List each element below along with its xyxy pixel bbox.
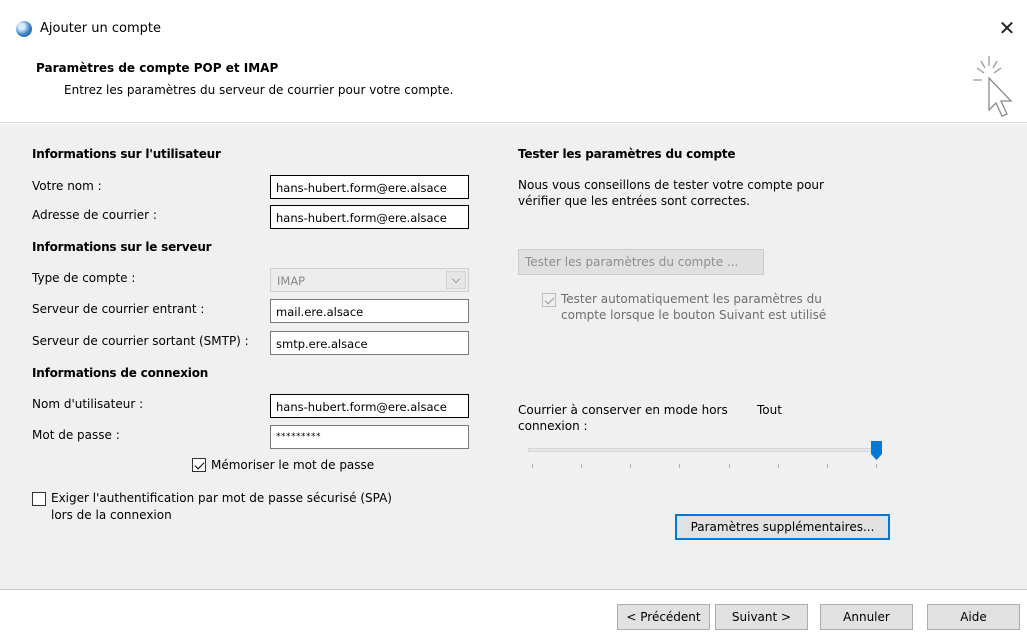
password-label: Mot de passe : — [32, 428, 120, 442]
header-subtitle: Entrez les paramètres du serveur de cour… — [64, 83, 454, 97]
chevron-down-icon — [446, 271, 466, 289]
offline-slider-track[interactable] — [528, 448, 878, 452]
slider-tick — [581, 464, 583, 468]
offline-mail-label-line2: connexion : — [518, 419, 588, 433]
help-button[interactable]: Aide — [927, 604, 1020, 630]
outlook-globe-icon — [16, 21, 32, 37]
window-title: Ajouter un compte — [40, 21, 161, 36]
dialog-header: Paramètres de compte POP et IMAP Entrez … — [0, 50, 1027, 123]
title-bar: Ajouter un compte ✕ — [0, 0, 1027, 50]
close-icon[interactable]: ✕ — [993, 14, 1021, 42]
slider-tick — [826, 464, 828, 468]
name-input[interactable]: hans-hubert.form@ere.alsace — [270, 175, 469, 199]
incoming-server-input[interactable]: mail.ere.alsace — [270, 299, 469, 323]
outgoing-server-label: Serveur de courrier sortant (SMTP) : — [32, 334, 249, 348]
spa-checkbox[interactable] — [32, 492, 46, 506]
auto-test-label-line2: compte lorsque le bouton Suivant est uti… — [561, 308, 827, 322]
slider-tick — [876, 464, 877, 468]
slider-tick — [728, 464, 730, 468]
test-description-line1: Nous vous conseillons de tester votre co… — [518, 178, 824, 192]
test-account-button[interactable]: Tester les paramètres du compte ... — [518, 249, 764, 275]
test-settings-heading: Tester les paramètres du compte — [518, 147, 736, 161]
slider-tick — [679, 464, 681, 468]
spa-label-line1: Exiger l'authentification par mot de pas… — [51, 491, 392, 505]
remember-password-label: Mémoriser le mot de passe — [211, 458, 375, 472]
auto-test-label-line1: Tester automatiquement les paramètres du — [561, 292, 822, 306]
header-title: Paramètres de compte POP et IMAP — [36, 61, 279, 75]
name-label: Votre nom : — [32, 179, 102, 193]
user-info-heading: Informations sur l'utilisateur — [32, 147, 221, 161]
more-settings-button[interactable]: Paramètres supplémentaires... — [675, 514, 890, 540]
incoming-server-label: Serveur de courrier entrant : — [32, 302, 205, 316]
account-type-label: Type de compte : — [32, 271, 136, 285]
slider-tick — [630, 464, 632, 468]
account-type-select[interactable]: IMAP — [270, 268, 469, 292]
email-label: Adresse de courrier : — [32, 208, 157, 222]
cancel-button[interactable]: Annuler — [820, 604, 913, 630]
server-info-heading: Informations sur le serveur — [32, 240, 212, 254]
username-label: Nom d'utilisateur : — [32, 397, 144, 411]
login-info-heading: Informations de connexion — [32, 366, 209, 380]
click-cursor-icon — [973, 56, 1013, 117]
next-button[interactable]: Suivant > — [715, 604, 808, 630]
password-input[interactable]: ********* — [270, 425, 469, 449]
account-type-value: IMAP — [277, 274, 306, 288]
test-description-line2: vérifier que les entrées sont correctes. — [518, 194, 751, 208]
outgoing-server-input[interactable]: smtp.ere.alsace — [270, 331, 469, 355]
email-input[interactable]: hans-hubert.form@ere.alsace — [270, 205, 469, 229]
offline-mail-label-line1: Courrier à conserver en mode hors — [518, 403, 728, 417]
offline-slider-thumb[interactable] — [871, 441, 882, 460]
username-input[interactable]: hans-hubert.form@ere.alsace — [270, 394, 469, 418]
auto-test-checkbox[interactable] — [542, 293, 556, 307]
remember-password-checkbox[interactable] — [192, 458, 206, 472]
slider-tick — [777, 464, 779, 468]
back-button[interactable]: < Précédent — [617, 604, 710, 630]
spa-label-line2: lors de la connexion — [51, 508, 172, 522]
slider-tick — [532, 464, 533, 468]
offline-mail-value: Tout — [757, 403, 782, 417]
